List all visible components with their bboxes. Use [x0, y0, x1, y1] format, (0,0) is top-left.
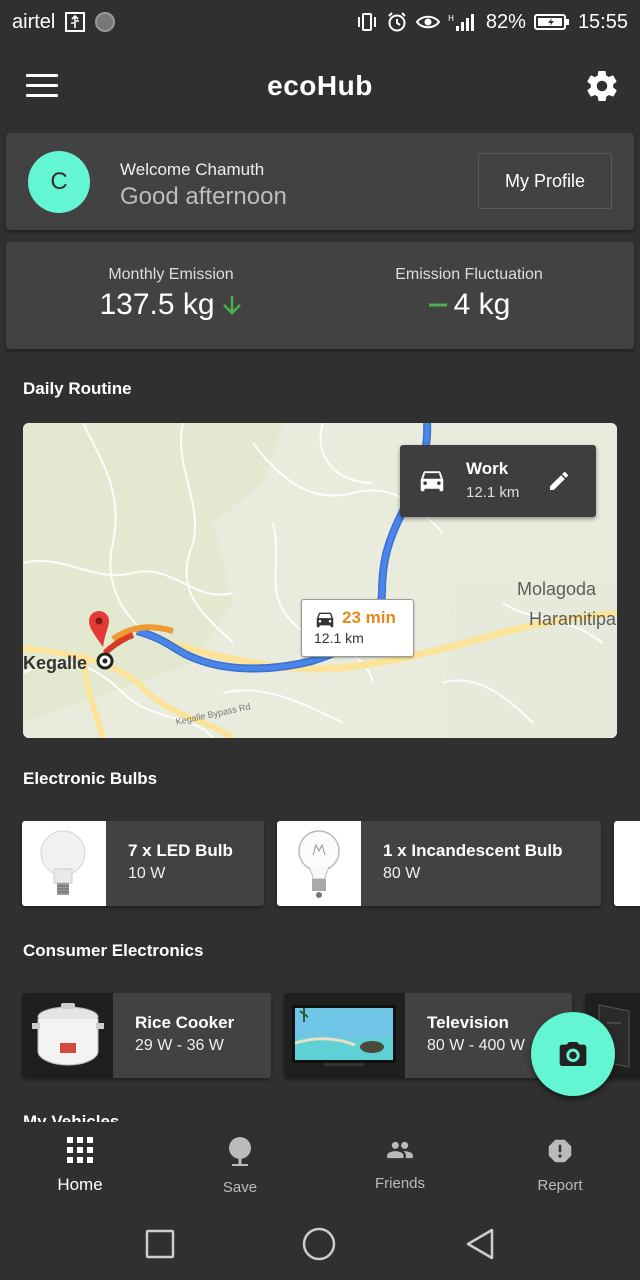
nav-report[interactable]: Report [480, 1122, 640, 1206]
back-icon[interactable] [464, 1227, 496, 1261]
bulb-power: 10 W [128, 865, 166, 882]
greeting-text: Good afternoon [120, 183, 287, 210]
system-navigation-bar [0, 1206, 640, 1280]
appliance-name: Rice Cooker [135, 1013, 235, 1032]
svg-text:H: H [448, 14, 454, 23]
carrier-label: airtel [12, 10, 56, 33]
nav-save-label: Save [222, 1179, 258, 1196]
electronic-bulbs-title: Electronic Bulbs [23, 769, 158, 788]
monthly-emission-value: 137.5 kg [99, 288, 215, 321]
map-label-kegalle: Kegalle [23, 653, 87, 673]
bulb-power: 80 W [383, 865, 421, 882]
notification-dot-icon [95, 12, 116, 32]
nav-report-label: Report [537, 1177, 583, 1194]
app-bar: ecoHub [0, 44, 640, 128]
eye-comfort-icon [415, 15, 440, 29]
recents-icon[interactable] [145, 1229, 175, 1259]
map-label-haramitipa: Haramitipa [529, 609, 617, 629]
car-icon [420, 471, 444, 492]
daily-routine-title: Daily Routine [23, 379, 132, 398]
nav-friends[interactable]: Friends [320, 1122, 480, 1206]
gear-icon[interactable] [584, 68, 620, 104]
route-distance: 12.1 km [466, 484, 520, 501]
battery-percent: 82% [485, 10, 526, 33]
arrow-down-icon [222, 296, 241, 315]
television-image [284, 993, 405, 1078]
status-bar: airtel H 82% 15:55 [0, 0, 640, 44]
vibrate-icon [357, 13, 376, 31]
nav-friends-label: Friends [374, 1175, 426, 1192]
travel-time: 23 min [342, 608, 396, 627]
route-map[interactable]: Molagoda Haramitipa Kegalle Kegalle Bypa… [23, 423, 617, 738]
travel-distance: 12.1 km [314, 630, 364, 646]
tree-icon [229, 1137, 251, 1166]
rice-cooker-image [22, 993, 113, 1078]
clock: 15:55 [577, 10, 628, 33]
emission-fluctuation-value: 4 kg [453, 288, 511, 321]
nav-home[interactable]: Home [0, 1122, 160, 1206]
bulb-card-partial[interactable] [614, 821, 640, 906]
people-icon [387, 1141, 413, 1159]
emission-fluctuation-label: Emission Fluctuation [395, 266, 543, 283]
menu-icon[interactable] [26, 74, 58, 98]
consumer-electronics-title: Consumer Electronics [23, 941, 204, 960]
appliance-power: 80 W - 400 W [427, 1037, 525, 1054]
bulb-card-led[interactable]: 7 x LED Bulb 10 W [22, 821, 264, 906]
electronics-card-rice-cooker[interactable]: Rice Cooker 29 W - 36 W [22, 993, 271, 1078]
appliance-name: Television [427, 1013, 509, 1032]
start-marker-icon [96, 652, 114, 670]
bulb-name: 1 x Incandescent Bulb [383, 841, 563, 860]
signal-icon: H [448, 14, 474, 31]
emission-card: Monthly Emission 137.5 kg Emission Fluct… [6, 242, 634, 349]
nav-home-label: Home [57, 1175, 103, 1194]
usb-icon [65, 12, 86, 32]
alert-icon [548, 1139, 572, 1163]
minus-icon [428, 303, 447, 307]
bulb-card-incandescent[interactable]: 1 x Incandescent Bulb 80 W [277, 821, 601, 906]
electronics-card-television[interactable]: Television 80 W - 400 W [284, 993, 572, 1078]
appliance-power: 29 W - 36 W [135, 1037, 224, 1054]
emission-fluctuation: Emission Fluctuation 4 kg [374, 266, 564, 322]
edit-icon[interactable] [547, 469, 571, 493]
car-small-icon [316, 612, 334, 628]
bulb-name: 7 x LED Bulb [128, 841, 233, 860]
home-circle-icon[interactable] [302, 1227, 336, 1261]
my-vehicles-title: My Vehicles [23, 1112, 120, 1122]
app-title: ecoHub [267, 70, 373, 101]
avatar[interactable]: C [28, 151, 90, 213]
route-name: Work [466, 459, 509, 478]
camera-fab[interactable] [531, 1012, 615, 1096]
incandescent-bulb-image [277, 821, 361, 906]
map-label-molagoda: Molagoda [517, 579, 597, 599]
welcome-card: C Welcome Chamuth Good afternoon My Prof… [6, 133, 634, 230]
monthly-emission-label: Monthly Emission [108, 266, 234, 283]
my-profile-button[interactable]: My Profile [478, 153, 612, 209]
bottom-navigation: Home Save Friends Report [0, 1122, 640, 1206]
route-card[interactable]: Work 12.1 km [400, 445, 596, 517]
battery-icon [533, 14, 569, 30]
welcome-text: Welcome Chamuth [120, 160, 265, 179]
travel-time-bubble: 23 min 12.1 km [301, 599, 414, 657]
grid-icon [67, 1137, 93, 1163]
led-bulb-image [22, 821, 106, 906]
camera-icon [559, 1042, 587, 1066]
nav-save[interactable]: Save [160, 1122, 320, 1206]
monthly-emission: Monthly Emission 137.5 kg [76, 266, 266, 322]
alarm-icon [388, 12, 406, 32]
